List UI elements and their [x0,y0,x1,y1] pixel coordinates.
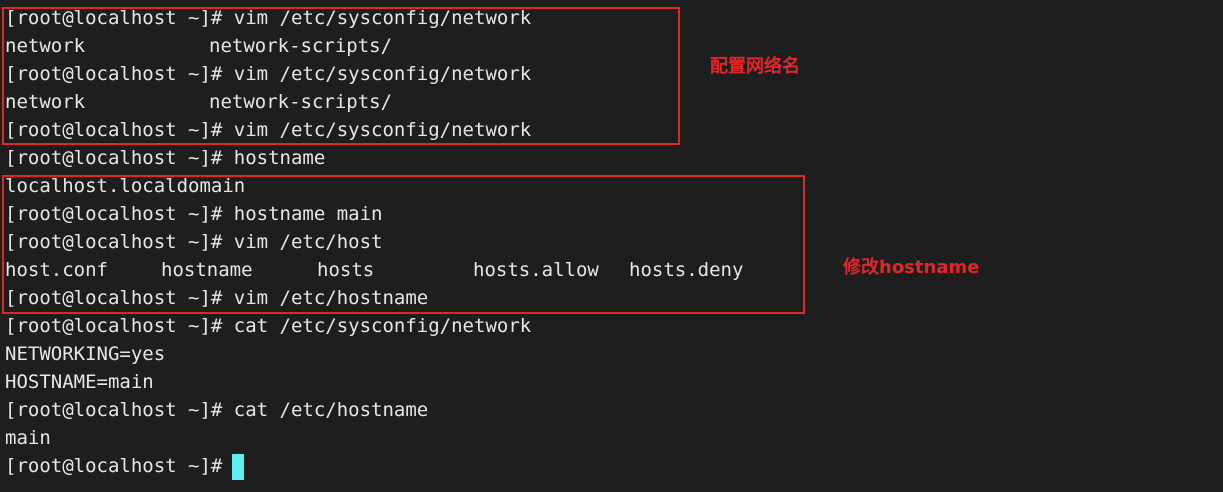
output-text: main [5,427,51,449]
command: hostname [222,147,326,169]
annotation-network-name: 配置网络名 [710,56,800,77]
command: cat /etc/sysconfig/network [222,315,532,337]
terminal-line: [root@localhost ~]# cat /etc/sysconfig/n… [5,312,531,340]
terminal-line: NETWORKING=yes [5,340,165,368]
highlight-box-network [2,7,680,145]
prompt: [root@localhost ~]# [5,455,223,477]
output-text: NETWORKING=yes [5,343,166,365]
prompt: [root@localhost ~]# [5,315,223,337]
terminal-line: [root@localhost ~]# [5,452,245,480]
terminal-line: [root@localhost ~]# hostname [5,144,325,172]
prompt: [root@localhost ~]# [5,147,223,169]
terminal-line: [root@localhost ~]# cat /etc/hostname [5,396,428,424]
terminal-line: main [5,424,51,452]
highlight-box-hostname [2,175,805,314]
text-cursor [232,453,245,480]
terminal-line: HOSTNAME=main [5,368,154,396]
prompt: [root@localhost ~]# [5,399,223,421]
command: cat /etc/hostname [222,399,429,421]
annotation-modify-hostname: 修改hostname [843,257,980,278]
output-text: HOSTNAME=main [5,371,154,393]
terminal-window[interactable]: [root@localhost ~]# vim /etc/sysconfig/n… [0,0,1223,492]
